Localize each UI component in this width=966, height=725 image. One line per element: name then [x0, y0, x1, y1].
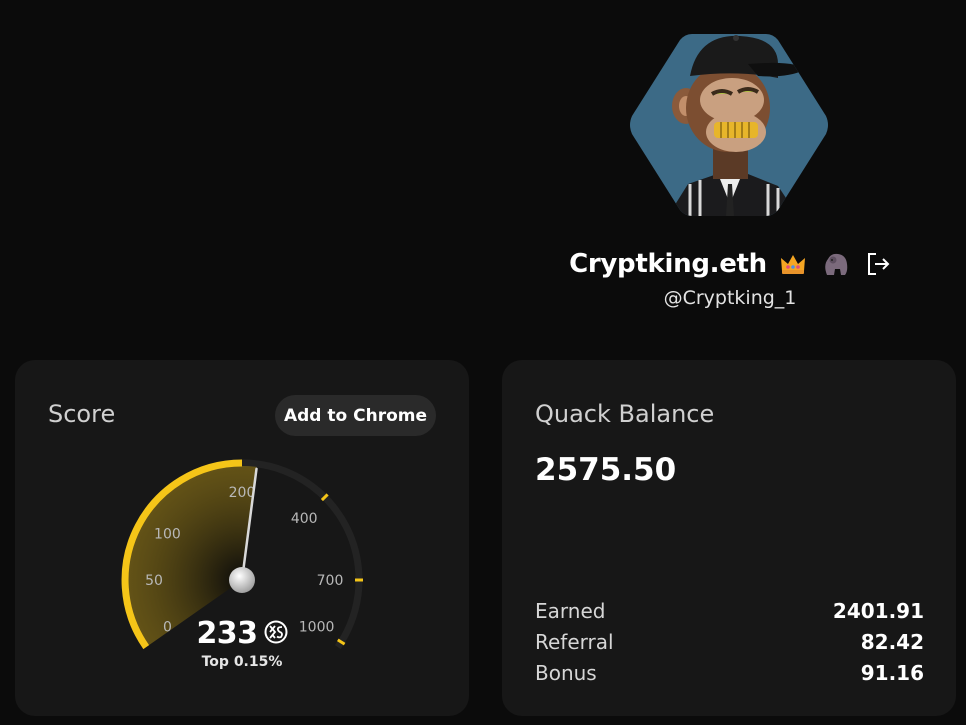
user-handle[interactable]: @Cryptking_1 [540, 287, 920, 309]
score-value: 233 [196, 616, 258, 651]
xs-logo-icon [264, 620, 288, 648]
referral-label: Referral [535, 629, 614, 654]
logout-icon[interactable] [865, 251, 891, 277]
rank-label: Top 0.15% [201, 654, 283, 670]
bonus-value: 91.16 [860, 660, 924, 685]
quack-balance-card: Quack Balance 2575.50 Earned 2401.91 Ref… [502, 360, 956, 716]
ape-avatar-icon [630, 34, 828, 216]
bonus-label: Bonus [535, 660, 597, 685]
balance-breakdown: Earned 2401.91 Referral 82.42 Bonus 91.1… [535, 595, 924, 688]
gorilla-icon [821, 251, 851, 277]
crown-icon [779, 252, 807, 276]
breakdown-row-bonus: Bonus 91.16 [535, 657, 924, 688]
balance-title: Quack Balance [535, 400, 715, 428]
profile-name-row: Cryptking.eth [540, 244, 920, 284]
earned-label: Earned [535, 598, 606, 623]
gauge-tick-label: 400 [291, 511, 318, 527]
score-card: Score Add to Chrome 0 50 100 200 400 700 1000 [15, 360, 469, 716]
earned-value: 2401.91 [832, 598, 924, 623]
referral-value: 82.42 [860, 629, 924, 654]
avatar[interactable] [628, 34, 830, 216]
breakdown-row-earned: Earned 2401.91 [535, 595, 924, 626]
balance-value: 2575.50 [535, 452, 677, 488]
breakdown-row-referral: Referral 82.42 [535, 626, 924, 657]
gauge-tick-label: 100 [154, 526, 181, 542]
gauge-tick-label: 200 [229, 485, 256, 501]
gauge-knob [229, 567, 255, 593]
gauge-tick-label: 700 [317, 573, 344, 589]
score-value-row: 233 [165, 616, 319, 651]
profile-page: Cryptking.eth @Cryptking_1 Score Add to … [0, 0, 966, 725]
gauge-tick-label: 50 [145, 573, 163, 589]
display-name: Cryptking.eth [569, 249, 767, 279]
